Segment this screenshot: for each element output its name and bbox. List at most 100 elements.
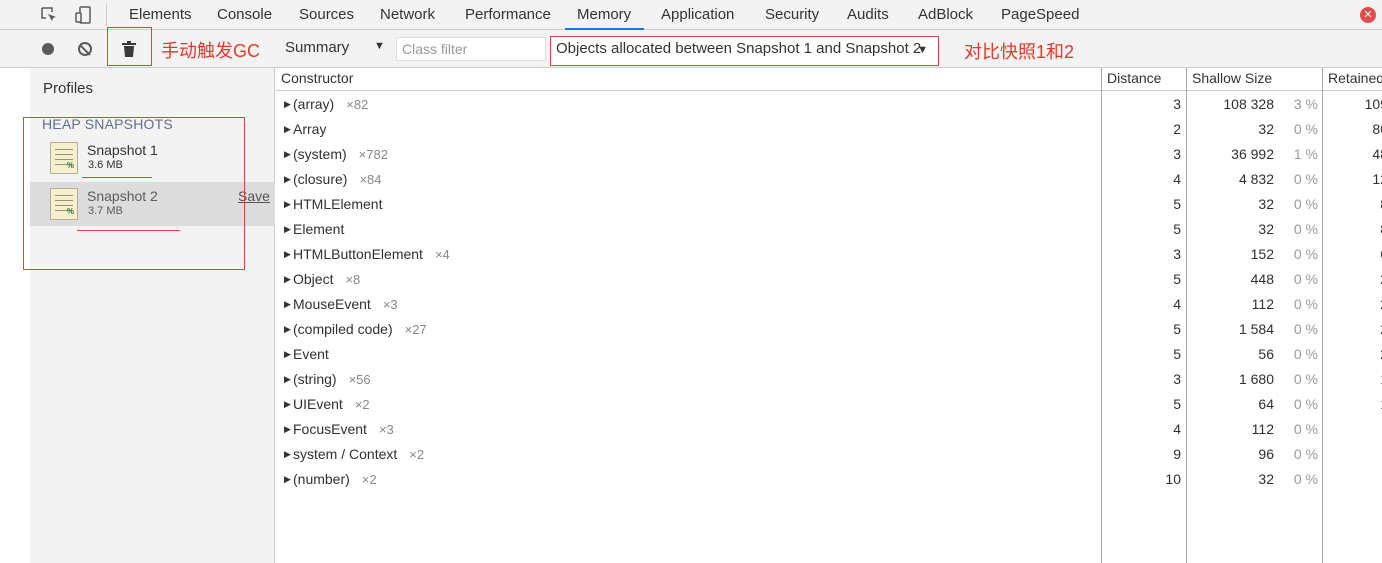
chevron-down-icon[interactable]: ▼ (374, 40, 385, 52)
view-select[interactable]: Summary (285, 39, 349, 56)
column-retained-size[interactable]: Retained (1328, 70, 1382, 86)
tab-memory[interactable]: Memory (564, 0, 645, 30)
expand-triangle-icon[interactable]: ▶ (284, 399, 291, 410)
retained-size-cell: 2 (1358, 321, 1382, 337)
devtools-tab-bar: Elements Console Sources Network Perform… (0, 0, 1382, 30)
expand-triangle-icon[interactable]: ▶ (284, 249, 291, 260)
expand-triangle-icon[interactable]: ▶ (284, 199, 291, 210)
table-row[interactable]: ▶(string) ×56 3 1 680 0 % 1 (276, 368, 1382, 393)
table-row[interactable]: ▶HTMLElement 5 32 0 % 8 (276, 193, 1382, 218)
tab-performance[interactable]: Performance (465, 0, 551, 30)
expand-triangle-icon[interactable]: ▶ (284, 349, 291, 360)
shallow-size-cell: 1 680 (1238, 371, 1274, 387)
tab-adblock[interactable]: AdBlock (918, 0, 973, 30)
table-row[interactable]: ▶(array) ×82 3 108 328 3 % 109 (276, 93, 1382, 118)
expand-triangle-icon[interactable]: ▶ (284, 474, 291, 485)
retained-size-cell: 2 (1358, 296, 1382, 312)
shallow-size-cell: 1 584 (1238, 321, 1274, 337)
retained-size-cell: 1 (1358, 396, 1382, 412)
expand-triangle-icon[interactable]: ▶ (284, 124, 291, 135)
instance-count: ×4 (434, 247, 450, 262)
expand-triangle-icon[interactable]: ▶ (284, 449, 291, 460)
instance-count: ×3 (382, 297, 398, 312)
gc-annotation-label: 手动触发GC (161, 41, 260, 61)
constructor-name: Event (293, 346, 341, 362)
column-distance[interactable]: Distance (1107, 70, 1161, 86)
instance-count: ×84 (359, 172, 382, 187)
table-row[interactable]: ▶Array 2 32 0 % 80 (276, 118, 1382, 143)
column-constructor[interactable]: Constructor (281, 70, 353, 86)
expand-triangle-icon[interactable]: ▶ (284, 274, 291, 285)
tab-audits[interactable]: Audits (847, 0, 889, 30)
expand-triangle-icon[interactable]: ▶ (284, 149, 291, 160)
distance-cell: 4 (1173, 296, 1181, 312)
constructor-label: (compiled code) (293, 321, 393, 337)
expand-triangle-icon[interactable]: ▶ (284, 424, 291, 435)
shallow-size-cell: 32 (1258, 121, 1274, 137)
shallow-percent-cell: 0 % (1293, 371, 1318, 387)
constructor-label: UIEvent (293, 396, 343, 412)
expand-triangle-icon[interactable]: ▶ (284, 324, 291, 335)
constructor-label: FocusEvent (293, 421, 367, 437)
shallow-size-cell: 32 (1258, 221, 1274, 237)
tab-security[interactable]: Security (765, 0, 819, 30)
instance-count: ×8 (345, 272, 361, 287)
shallow-percent-cell: 0 % (1293, 296, 1318, 312)
tab-sources[interactable]: Sources (299, 0, 354, 30)
retained-size-cell: 12 (1372, 171, 1382, 187)
table-row[interactable]: ▶(closure) ×84 4 4 832 0 % 12 (276, 168, 1382, 193)
table-row[interactable]: ▶ system / Context ×2 9 96 0 % (276, 443, 1382, 468)
table-row[interactable]: ▶(system) ×782 3 36 992 1 % 48 (276, 143, 1382, 168)
shallow-percent-cell: 0 % (1293, 271, 1318, 287)
record-icon[interactable] (38, 39, 58, 59)
memory-toolbar: 手动触发GC Summary ▼ Objects allocated betwe… (0, 27, 1382, 68)
retained-size-cell: 48 (1372, 146, 1382, 162)
distance-cell: 3 (1173, 96, 1181, 112)
class-filter-input[interactable] (396, 37, 546, 61)
column-shallow-size[interactable]: Shallow Size (1192, 70, 1272, 86)
constructor-label: Object (293, 271, 334, 287)
profiles-title: Profiles (43, 80, 94, 97)
constructor-label: (string) (293, 371, 337, 387)
inspect-element-icon[interactable] (38, 4, 60, 26)
device-toolbar-icon[interactable] (72, 4, 94, 26)
table-row[interactable]: ▶Object ×8 5 448 0 % 2 (276, 268, 1382, 293)
expand-triangle-icon[interactable]: ▶ (284, 224, 291, 235)
constructor-name: MouseEvent ×3 (293, 296, 398, 312)
expand-triangle-icon[interactable]: ▶ (284, 99, 291, 110)
tab-application[interactable]: Application (661, 0, 734, 30)
retained-size-cell: 8 (1358, 196, 1382, 212)
tab-pagespeed[interactable]: PageSpeed (1001, 0, 1079, 30)
table-row[interactable]: ▶ FocusEvent ×3 4 112 0 % (276, 418, 1382, 443)
objects-range-label: Objects allocated between Snapshot 1 and… (556, 40, 922, 57)
constructor-label: HTMLElement (293, 196, 383, 212)
shallow-percent-cell: 0 % (1293, 246, 1318, 262)
tab-console[interactable]: Console (217, 0, 272, 30)
distance-cell: 3 (1173, 246, 1181, 262)
shallow-percent-cell: 0 % (1293, 221, 1318, 237)
table-row[interactable]: ▶Event 5 56 0 % 2 (276, 343, 1382, 368)
tab-elements[interactable]: Elements (129, 0, 192, 30)
table-row[interactable]: ▶UIEvent ×2 5 64 0 % 1 (276, 393, 1382, 418)
retained-size-cell: 109 (1364, 96, 1382, 112)
table-row[interactable]: ▶Element 5 32 0 % 8 (276, 218, 1382, 243)
table-row[interactable]: ▶HTMLButtonElement ×4 3 152 0 % 6 (276, 243, 1382, 268)
trash-icon[interactable] (119, 39, 139, 59)
constructor-label: Element (293, 221, 345, 237)
close-icon[interactable]: ✕ (1360, 7, 1376, 23)
expand-triangle-icon[interactable]: ▶ (284, 174, 291, 185)
shallow-percent-cell: 0 % (1293, 421, 1318, 437)
objects-range-select[interactable]: Objects allocated between Snapshot 1 and… (550, 36, 939, 66)
constructor-label: HTMLButtonElement (293, 246, 423, 262)
shallow-size-cell: 448 (1250, 271, 1274, 287)
expand-triangle-icon[interactable]: ▶ (284, 299, 291, 310)
shallow-size-cell: 36 992 (1231, 146, 1274, 162)
clear-icon[interactable] (75, 39, 95, 59)
instance-count: ×3 (378, 422, 394, 437)
expand-triangle-icon[interactable]: ▶ (284, 374, 291, 385)
constructor-label: (system) (293, 146, 347, 162)
table-row[interactable]: ▶ (number) ×2 10 32 0 % (276, 468, 1382, 493)
table-row[interactable]: ▶MouseEvent ×3 4 112 0 % 2 (276, 293, 1382, 318)
tab-network[interactable]: Network (380, 0, 435, 30)
table-row[interactable]: ▶(compiled code) ×27 5 1 584 0 % 2 (276, 318, 1382, 343)
